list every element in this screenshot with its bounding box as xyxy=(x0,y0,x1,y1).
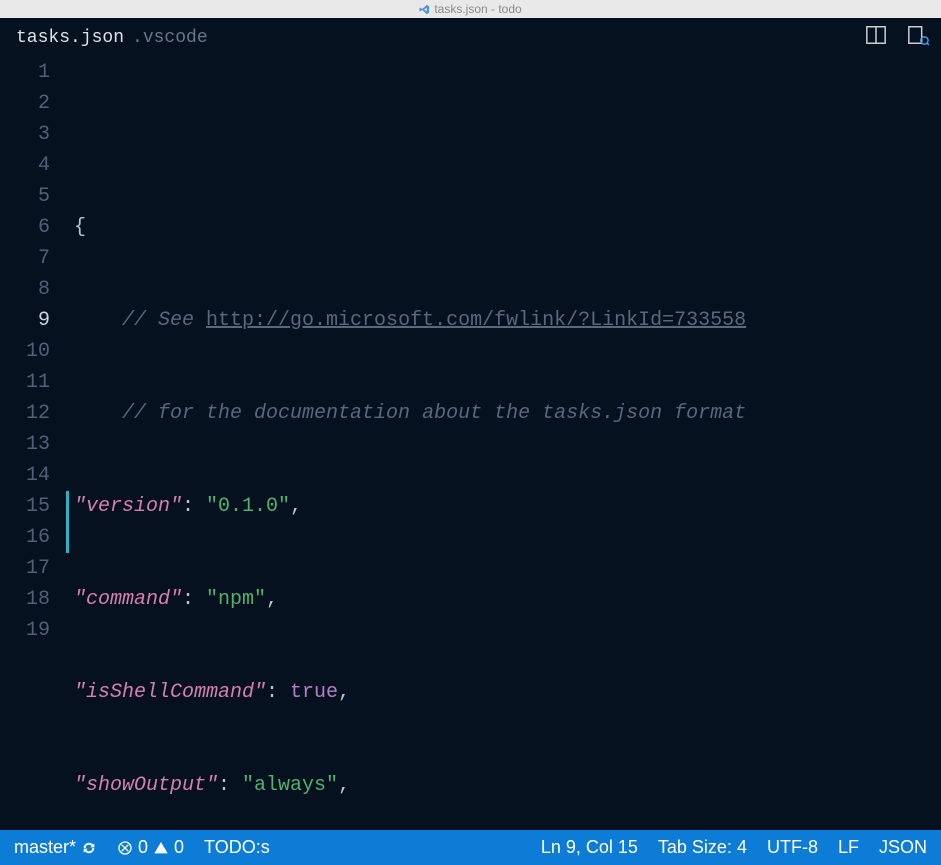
code-body[interactable]: { // See http://go.microsoft.com/fwlink/… xyxy=(72,57,941,865)
tab-bar: tasks.json .vscode xyxy=(0,18,941,57)
code-editor[interactable]: 1234 5678 9101112 13141516 171819 { // S… xyxy=(0,57,941,865)
split-editor-icon[interactable] xyxy=(865,24,887,51)
doc-link[interactable]: http://go.microsoft.com/fwlink/?LinkId=7… xyxy=(206,305,746,336)
git-change-indicator xyxy=(66,491,69,553)
open-changes-icon[interactable] xyxy=(907,24,929,51)
tab-filename: tasks.json xyxy=(16,28,124,48)
tab-folder: .vscode xyxy=(132,28,208,48)
editor-container: tasks.json .vscode 1234 5678 9101112 131… xyxy=(0,18,941,830)
window-title: tasks.json - todo xyxy=(434,2,521,16)
line-number-gutter: 1234 5678 9101112 13141516 171819 xyxy=(0,57,72,865)
window-titlebar: tasks.json - todo xyxy=(0,0,941,18)
vscode-icon xyxy=(419,4,430,15)
tab-tasks-json[interactable]: tasks.json .vscode xyxy=(14,18,214,56)
